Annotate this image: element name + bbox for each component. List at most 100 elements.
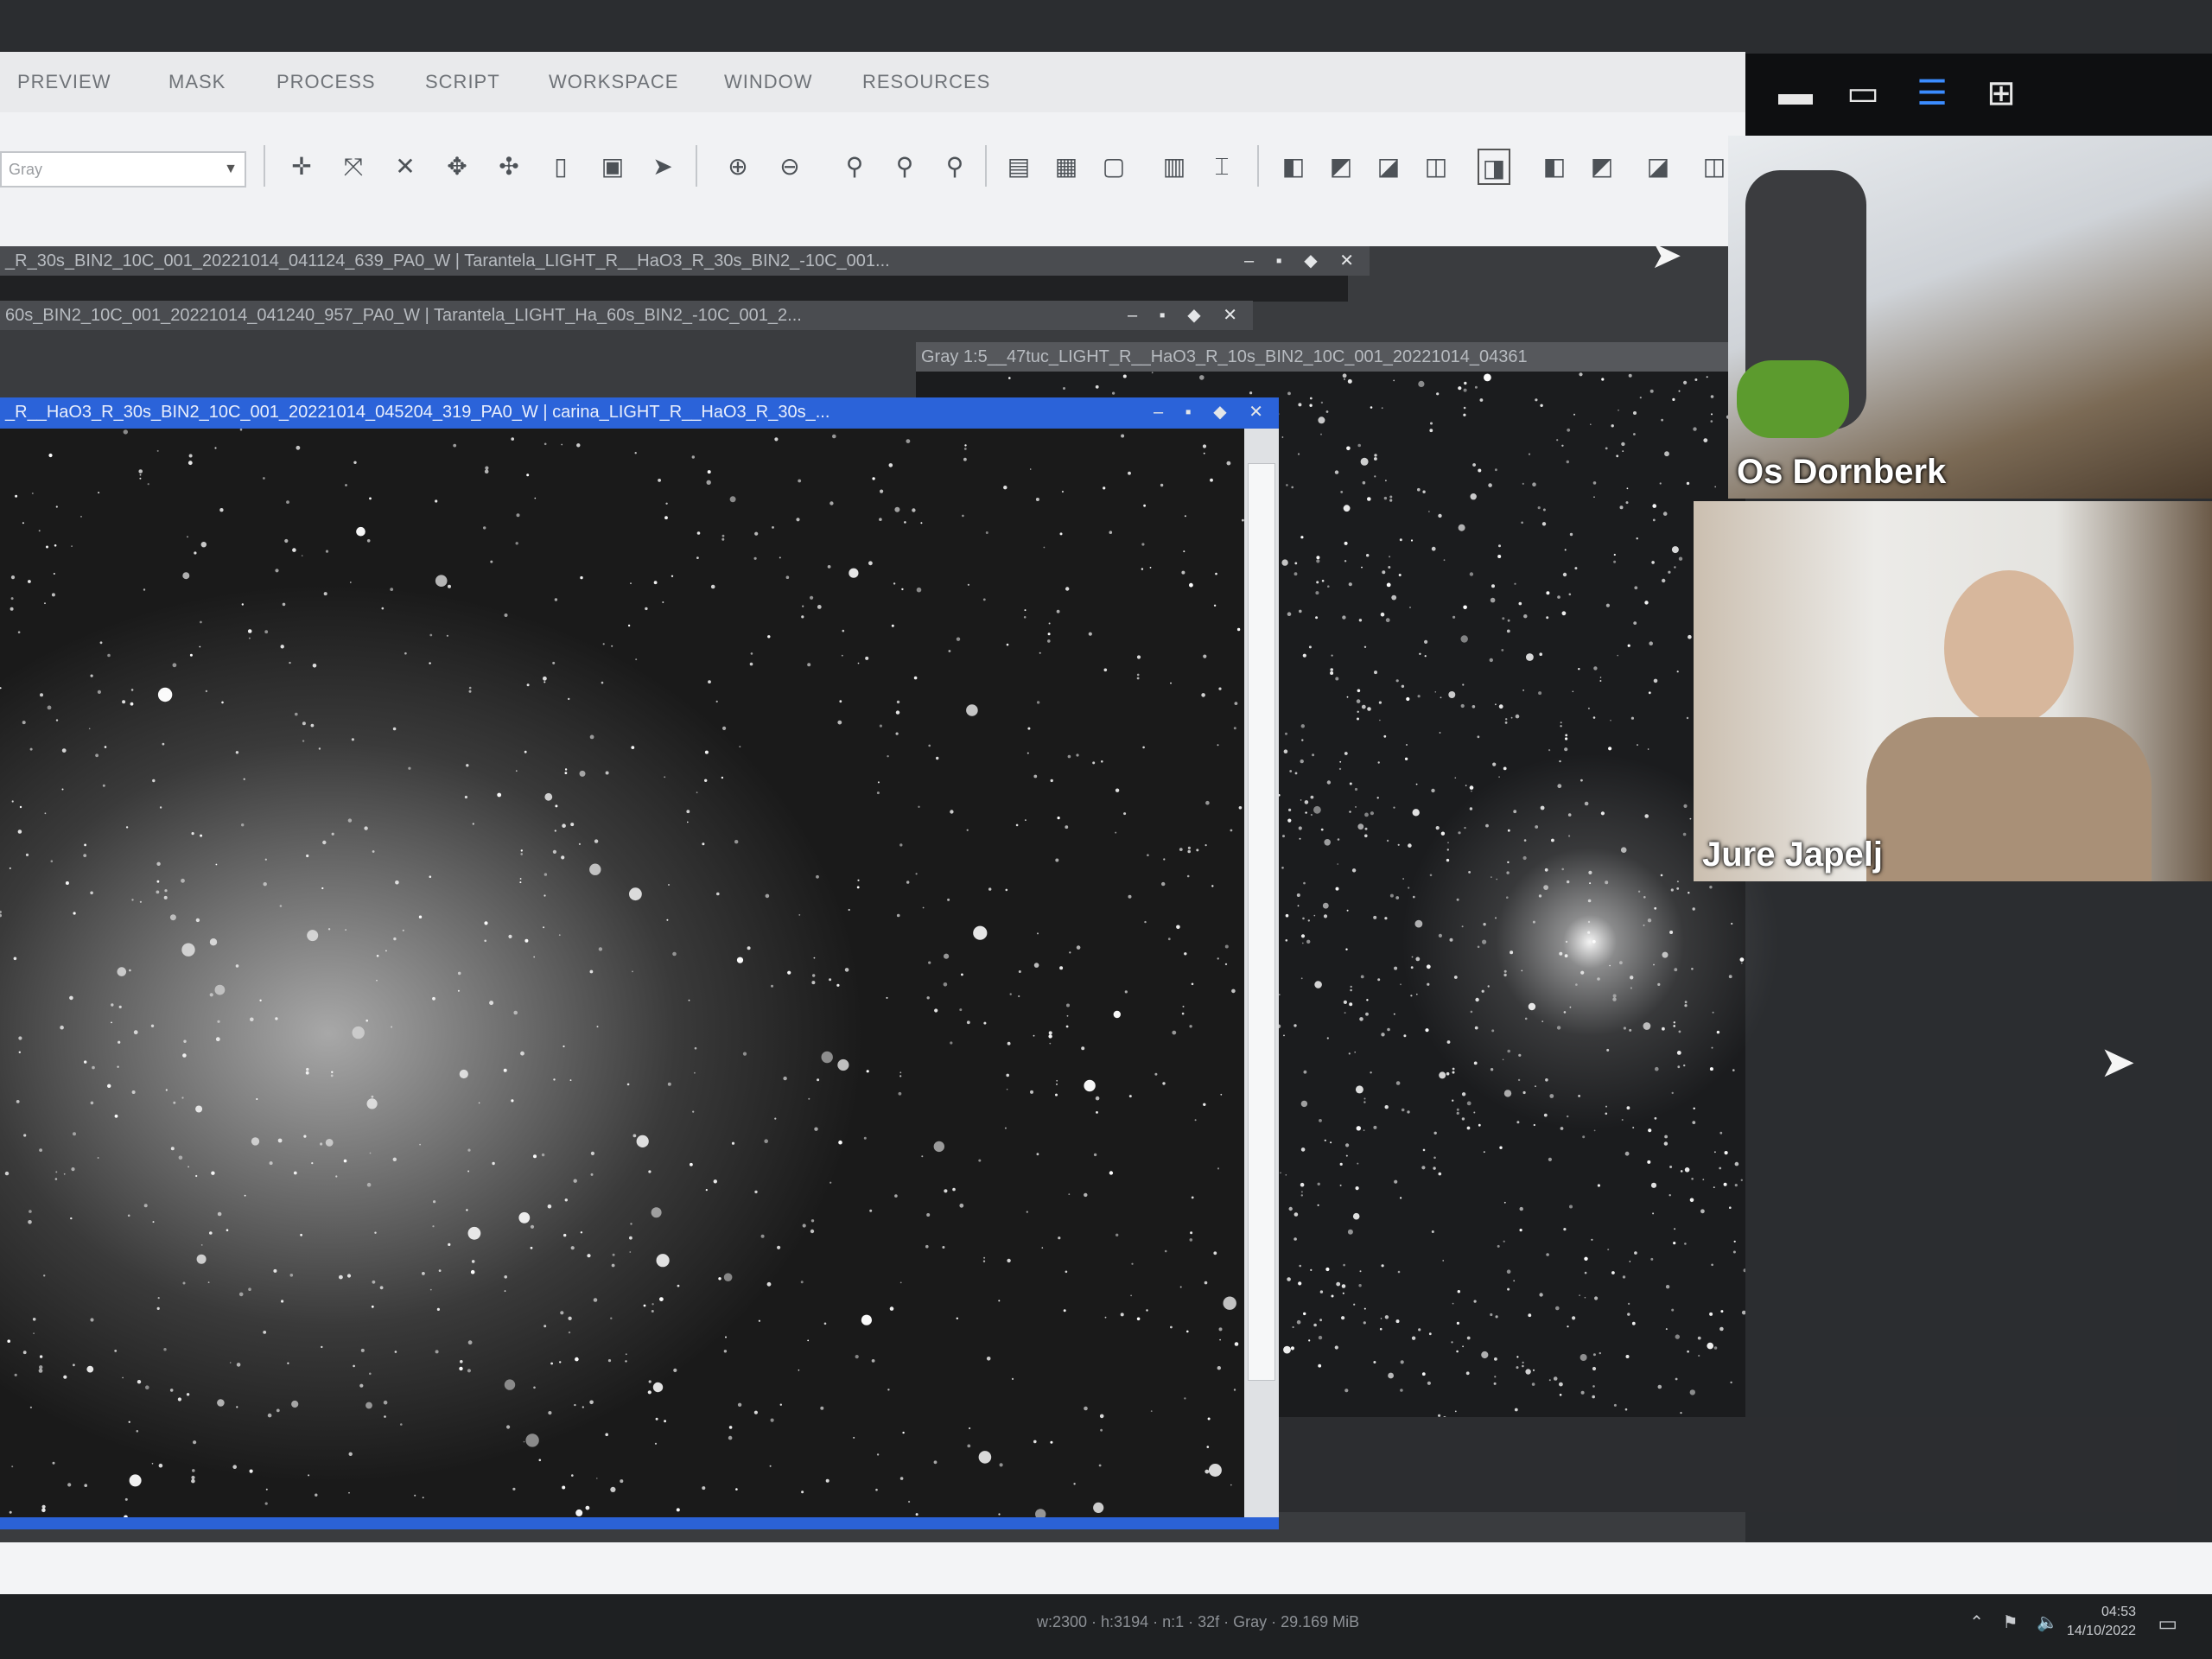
- move-icon[interactable]: ✛: [285, 149, 318, 185]
- stf-7-icon[interactable]: ◩: [1586, 149, 1618, 185]
- participant-tile-jure-japelj[interactable]: Jure Japelj: [1694, 501, 2212, 881]
- stf-2-icon[interactable]: ◩: [1325, 149, 1357, 185]
- menu-script[interactable]: SCRIPT: [425, 52, 500, 112]
- stf-5-icon[interactable]: ◨: [1478, 149, 1510, 185]
- star: [570, 823, 575, 827]
- window-controls[interactable]: – ▪ ◆ ✕: [1244, 246, 1363, 276]
- stf-9-icon[interactable]: ◫: [1698, 149, 1731, 185]
- star: [1471, 705, 1476, 709]
- crop-icon[interactable]: ▣: [596, 149, 629, 185]
- menu-process[interactable]: PROCESS: [276, 52, 376, 112]
- gallery-view-icon[interactable]: ⊞: [1979, 71, 2024, 116]
- star: [1218, 1327, 1223, 1332]
- star: [554, 598, 558, 601]
- zoom-in-icon[interactable]: ⊕: [721, 149, 754, 185]
- star: [1154, 1072, 1158, 1076]
- image-window-carina-titlebar[interactable]: _R__HaO3_R_30s_BIN2_10C_001_20221014_045…: [0, 397, 1279, 427]
- image-window-carina[interactable]: _R__HaO3_R_30s_BIN2_10C_001_20221014_045…: [0, 397, 1279, 1529]
- star: [688, 999, 690, 1001]
- view-3-icon[interactable]: ▢: [1097, 149, 1130, 185]
- image-window-tarantula-ha-titlebar[interactable]: 60s_BIN2_10C_001_20221014_041240_957_PA0…: [0, 301, 1253, 330]
- star: [1503, 1201, 1506, 1204]
- star: [1661, 418, 1663, 422]
- star: [50, 860, 54, 862]
- star: [1608, 747, 1612, 751]
- image-carina-nebula[interactable]: [0, 429, 1244, 1517]
- participant-tile-os-dornberk[interactable]: Os Dornberk: [1728, 136, 2212, 499]
- star: [356, 526, 365, 537]
- star: [1343, 1263, 1345, 1267]
- star: [97, 1157, 99, 1159]
- star: [17, 631, 21, 633]
- star: [1564, 549, 1567, 551]
- star: [217, 1211, 222, 1217]
- clock[interactable]: 04:53 14/10/2022: [2067, 1603, 2136, 1641]
- star: [1593, 666, 1598, 671]
- minimize-icon[interactable]: ▬: [1773, 71, 1818, 116]
- scrollbar-thumb[interactable]: [1248, 463, 1275, 1381]
- star: [492, 1161, 495, 1166]
- star: [114, 1350, 118, 1352]
- star: [568, 1316, 572, 1321]
- view-1-icon[interactable]: ▤: [1002, 149, 1035, 185]
- zoom-cross-icon[interactable]: ✕: [389, 149, 422, 185]
- rotate-icon[interactable]: ✣: [493, 149, 525, 185]
- star: [1348, 582, 1352, 587]
- star: [1376, 797, 1379, 799]
- window-controls[interactable]: – ▪ ◆ ✕: [1128, 301, 1246, 330]
- star: [1318, 416, 1325, 424]
- star: [944, 1189, 948, 1193]
- star: [205, 690, 208, 693]
- menu-resources[interactable]: RESOURCES: [862, 52, 990, 112]
- pointer-icon[interactable]: ➤: [646, 149, 679, 185]
- view-2-icon[interactable]: ▦: [1050, 149, 1083, 185]
- image-window-tarantula-r-titlebar[interactable]: _R_30s_BIN2_10C_001_20221014_041124_639_…: [0, 246, 1370, 276]
- star: [676, 1508, 680, 1512]
- stf-4-icon[interactable]: ◫: [1420, 149, 1452, 185]
- channel-select[interactable]: Gray ▼: [0, 151, 246, 188]
- star: [29, 1210, 32, 1213]
- image-window-47tuc-titlebar[interactable]: Gray 1:5__47tuc_LIGHT_R__HaO3_R_10s_BIN2…: [916, 342, 1745, 372]
- star: [1686, 481, 1690, 486]
- speaker-view-icon[interactable]: ☰: [1910, 71, 1955, 116]
- vertical-scrollbar[interactable]: [1244, 429, 1279, 1517]
- star: [887, 1389, 890, 1391]
- menu-window[interactable]: WINDOW: [724, 52, 813, 112]
- star: [1341, 1316, 1345, 1320]
- notification-icon[interactable]: ▭: [2158, 1611, 2177, 1637]
- star: [1465, 785, 1467, 786]
- star: [1373, 1361, 1376, 1363]
- menu-preview[interactable]: PREVIEW: [17, 52, 111, 112]
- pan-icon[interactable]: ✥: [441, 149, 474, 185]
- stf-3-icon[interactable]: ◪: [1372, 149, 1405, 185]
- star: [293, 1171, 297, 1175]
- star: [1689, 1389, 1695, 1395]
- star: [580, 1231, 583, 1234]
- menu-mask[interactable]: MASK: [168, 52, 226, 112]
- star: [629, 1236, 632, 1240]
- star: [1519, 1206, 1523, 1211]
- tray-icons[interactable]: ⌃ ⚑ 🔈: [1969, 1611, 2065, 1633]
- menu-workspace[interactable]: WORKSPACE: [549, 52, 678, 112]
- copy-icon[interactable]: ▯: [544, 149, 577, 185]
- star: [457, 989, 460, 992]
- zoom-1-icon[interactable]: ⚲: [838, 149, 871, 185]
- star: [1605, 447, 1608, 450]
- window-controls[interactable]: – ▪ ◆ ✕: [1154, 397, 1272, 427]
- stf-1-icon[interactable]: ◧: [1277, 149, 1310, 185]
- star: [534, 497, 537, 499]
- star: [259, 999, 262, 1001]
- stf-8-icon[interactable]: ◪: [1642, 149, 1675, 185]
- star: [139, 477, 142, 480]
- zoom-3-icon[interactable]: ⚲: [938, 149, 971, 185]
- zoom-out-icon[interactable]: ⊖: [773, 149, 806, 185]
- zoom-2-icon[interactable]: ⚲: [888, 149, 921, 185]
- view-5-icon[interactable]: ⌶: [1205, 149, 1238, 185]
- zoom-fit-icon[interactable]: ⤧: [337, 149, 370, 185]
- star: [944, 953, 950, 959]
- star: [871, 1359, 875, 1363]
- view-4-icon[interactable]: ▥: [1158, 149, 1191, 185]
- star: [369, 1372, 372, 1376]
- stop-video-icon[interactable]: ▭: [1840, 71, 1885, 116]
- stf-6-icon[interactable]: ◧: [1538, 149, 1571, 185]
